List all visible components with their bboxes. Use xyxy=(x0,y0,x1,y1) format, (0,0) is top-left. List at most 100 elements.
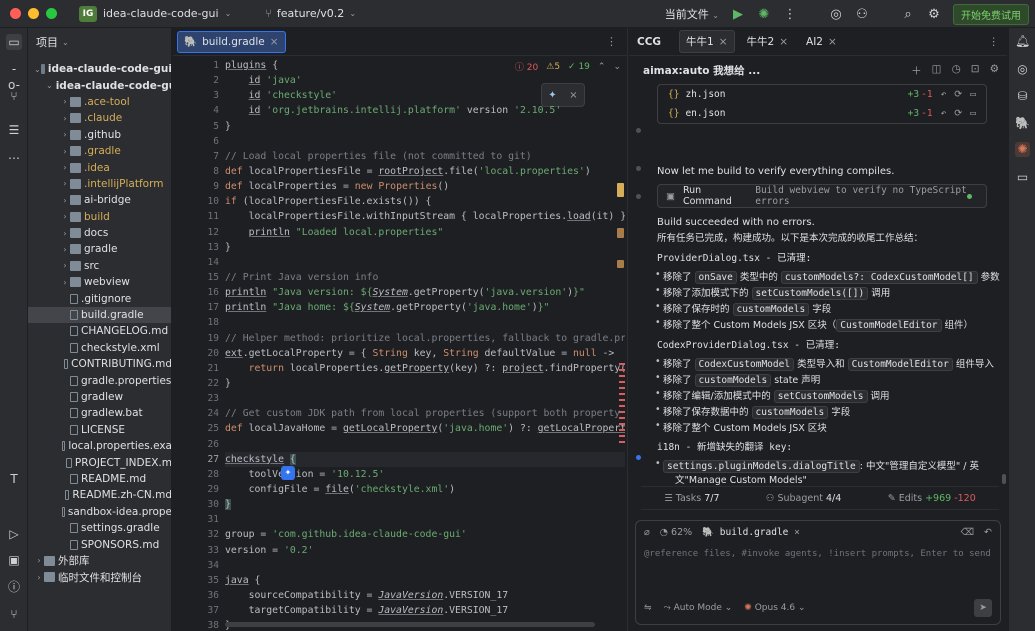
tree-file-item[interactable]: sandbox-idea.prope xyxy=(28,504,171,520)
chevron-icon[interactable]: › xyxy=(60,114,70,123)
edits-stat[interactable]: ✎ Edits +969 -120 xyxy=(888,493,976,504)
ai-assistant-icon[interactable]: ◎ xyxy=(829,7,843,22)
tree-folder-item[interactable]: › gradle xyxy=(28,241,171,257)
run-icon[interactable]: ▶ xyxy=(731,7,745,22)
refresh-icon[interactable]: ⟳ xyxy=(954,89,962,100)
clear-icon[interactable]: ⌫ xyxy=(961,527,974,538)
send-button[interactable]: ➤ xyxy=(974,599,992,617)
claude-sparkle-icon[interactable]: ✺ xyxy=(1015,142,1030,157)
chat-transcript[interactable]: {} zh.json +3 -1 ↶ ⟳ ▭ {} en.json +3 -1 … xyxy=(629,84,1007,486)
problems-icon[interactable]: ⓘ xyxy=(6,579,22,595)
tab-ai2[interactable]: AI2 × xyxy=(800,33,843,51)
close-icon[interactable]: × xyxy=(779,36,788,48)
more-icon[interactable]: ⋮ xyxy=(783,7,797,22)
database-icon[interactable]: ⛁ xyxy=(1015,89,1030,104)
tree-file-item[interactable]: settings.gradle xyxy=(28,520,171,536)
tree-file-item[interactable]: build.gradle xyxy=(28,306,171,324)
chevron-icon[interactable]: › xyxy=(60,229,70,238)
tree-file-item[interactable]: gradlew xyxy=(28,389,171,405)
tree-folder-item[interactable]: ⌄ idea-claude-code-gui xyxy=(28,61,171,77)
chevron-icon[interactable]: › xyxy=(34,573,44,582)
chevron-icon[interactable]: › xyxy=(60,97,70,106)
tabs-more-icon[interactable]: ⋮ xyxy=(606,35,617,48)
chevron-icon[interactable]: › xyxy=(60,179,70,188)
chevron-icon[interactable]: › xyxy=(60,245,70,254)
ai-chat-icon[interactable]: ◎ xyxy=(1015,62,1030,77)
close-icon[interactable]: × xyxy=(270,36,279,48)
chat-scrollbar[interactable] xyxy=(1002,474,1006,484)
tree-file-item[interactable]: .gitignore xyxy=(28,290,171,306)
tab-build-gradle[interactable]: 🐘 build.gradle × xyxy=(177,30,286,53)
branch-switcher[interactable]: ⑂ feature/v0.2 ⌄ xyxy=(265,7,356,20)
tree-folder-item[interactable]: › docs xyxy=(28,225,171,241)
debug-icon[interactable]: ✺ xyxy=(757,7,771,22)
history-icon[interactable]: ◷ xyxy=(952,63,961,78)
inline-ai-badge[interactable]: ✦ xyxy=(281,466,295,480)
structure-icon[interactable]: ☰ xyxy=(6,122,22,138)
horizontal-scrollbar[interactable] xyxy=(225,622,595,627)
close-window-button[interactable] xyxy=(10,8,21,19)
undo-icon[interactable]: ↶ xyxy=(984,527,992,538)
chevron-icon[interactable]: ⌄ xyxy=(46,81,53,90)
chevron-icon[interactable]: › xyxy=(34,556,44,565)
gradle-icon[interactable]: 🐘 xyxy=(1015,116,1030,131)
tree-file-item[interactable]: PROJECT_INDEX.m xyxy=(28,454,171,470)
mode-select[interactable]: ⤳ Auto Mode ⌄ xyxy=(664,603,733,613)
tree-folder-item[interactable]: › webview xyxy=(28,274,171,290)
sidebar-toggle-icon[interactable]: ◫ xyxy=(932,63,942,78)
open-file-icon[interactable]: ▭ xyxy=(970,108,976,119)
project-folder-icon[interactable]: ▭ xyxy=(6,34,22,50)
terminal-icon[interactable]: ▣ xyxy=(6,552,22,568)
attach-icon[interactable]: ⌀ xyxy=(644,527,650,538)
open-file-icon[interactable]: ▭ xyxy=(970,89,976,100)
search-icon[interactable]: ⌕ xyxy=(901,7,915,22)
start-trial-button[interactable]: 开始免费试用 xyxy=(953,3,1029,25)
comments-icon[interactable]: ▭ xyxy=(1015,170,1030,185)
tree-file-item[interactable]: LICENSE xyxy=(28,422,171,438)
project-switcher[interactable]: IG idea-claude-code-gui ⌄ xyxy=(79,5,231,22)
run-command-card[interactable]: ▣ Run Command Build webview to verify no… xyxy=(657,184,987,208)
model-select[interactable]: ✺ Opus 4.6 ⌄ xyxy=(744,603,805,613)
tree-file-item[interactable]: local.properties.exa xyxy=(28,438,171,454)
chevron-icon[interactable]: › xyxy=(60,147,70,156)
chevron-icon[interactable]: › xyxy=(60,212,70,221)
tree-file-item[interactable]: CHANGELOG.md xyxy=(28,323,171,339)
tree-file-item[interactable]: SPONSORS.md xyxy=(28,536,171,552)
tree-file-item[interactable]: CONTRIBUTING.md xyxy=(28,356,171,372)
close-icon[interactable]: × xyxy=(719,36,728,48)
tree-folder-item[interactable]: › 外部库 xyxy=(28,553,171,569)
settings-sliders-icon[interactable]: ⇋ xyxy=(644,603,652,613)
settings-gear-icon[interactable]: ⚙ xyxy=(927,7,941,22)
tree-folder-item[interactable]: › .ace-tool xyxy=(28,94,171,110)
close-icon[interactable]: × xyxy=(828,36,837,48)
tab-niuniu1[interactable]: 牛牛1 × xyxy=(679,30,735,53)
tab-niuniu2[interactable]: 牛牛2 × xyxy=(741,31,795,52)
close-icon[interactable]: × xyxy=(794,527,800,538)
more-tools-icon[interactable]: ⋯ xyxy=(6,150,22,166)
context-file-chip[interactable]: 🐘 build.gradle × xyxy=(702,527,800,538)
revert-icon[interactable]: ↶ xyxy=(941,89,947,100)
tree-folder-item[interactable]: › src xyxy=(28,258,171,274)
services-icon[interactable]: ▷ xyxy=(6,526,22,542)
tree-folder-item[interactable]: › .intellijPlatform xyxy=(28,176,171,192)
tree-file-item[interactable]: checkstyle.xml xyxy=(28,340,171,356)
chevron-icon[interactable]: › xyxy=(60,261,70,270)
tree-file-item[interactable]: gradlew.bat xyxy=(28,405,171,421)
run-config-select[interactable]: 当前文件 ⌄ xyxy=(665,6,719,22)
chevron-icon[interactable]: › xyxy=(60,278,70,287)
add-user-icon[interactable]: ⚇ xyxy=(855,7,869,22)
subagent-stat[interactable]: ⚇ Subagent 4/4 xyxy=(766,493,841,504)
tree-folder-item[interactable]: › ai-bridge xyxy=(28,192,171,208)
tree-folder-item[interactable]: › 临时文件和控制台 xyxy=(28,569,171,585)
tree-folder-item[interactable]: › .idea xyxy=(28,159,171,175)
tree-file-item[interactable]: README.md xyxy=(28,471,171,487)
tasks-stat[interactable]: ☰ Tasks 7/7 xyxy=(664,493,719,504)
more-icon[interactable]: ⋮ xyxy=(989,36,1000,48)
code-view[interactable]: plugins { id 'java' id 'checkstyle' id '… xyxy=(225,58,625,631)
terminal-t-icon[interactable]: T xyxy=(6,471,22,487)
new-session-icon[interactable]: ＋ xyxy=(911,63,922,78)
revert-icon[interactable]: ↶ xyxy=(941,108,947,119)
refresh-icon[interactable]: ⟳ xyxy=(954,108,962,119)
tree-folder-item[interactable]: › .claude xyxy=(28,110,171,126)
chevron-icon[interactable]: ⌄ xyxy=(34,65,41,74)
